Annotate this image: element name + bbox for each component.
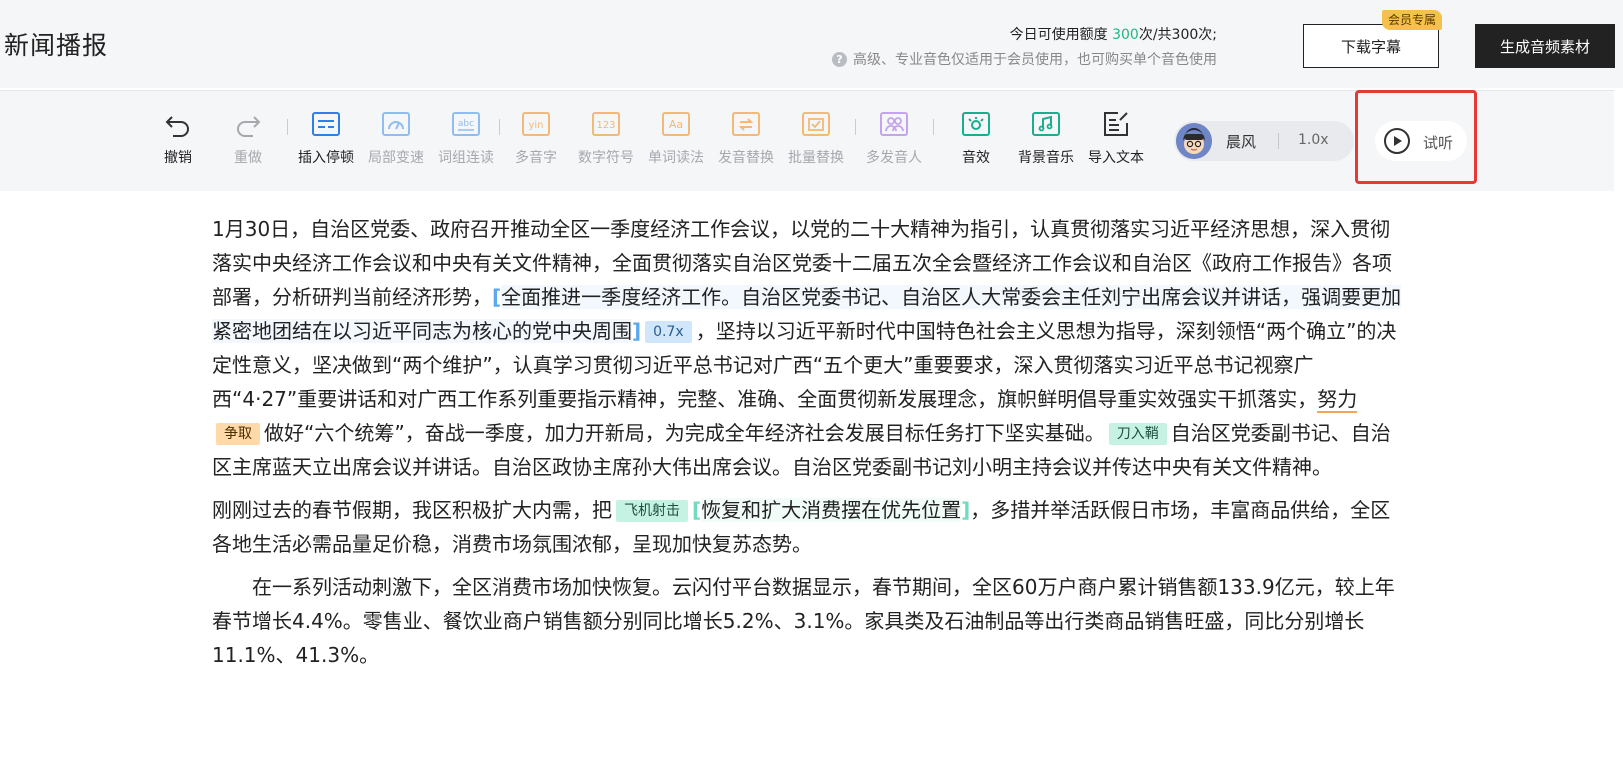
pronunciation-replace-label: 发音替换 bbox=[718, 150, 774, 166]
bgm-button[interactable]: 背景音乐 bbox=[1011, 109, 1081, 167]
undo-label: 撤销 bbox=[164, 150, 192, 166]
music-icon bbox=[1032, 112, 1060, 136]
group-bracket-open: [ bbox=[692, 498, 702, 522]
paragraph-3[interactable]: 在一系列活动刺激下，全区消费市场加快恢复。云闪付平台数据显示，春节期间，全区60… bbox=[212, 570, 1402, 672]
insert-pause-label: 插入停顿 bbox=[298, 150, 354, 166]
voice-avatar bbox=[1176, 123, 1212, 159]
sound-effect-icon bbox=[962, 112, 990, 136]
generate-audio-button[interactable]: 生成音频素材 bbox=[1475, 24, 1615, 68]
toolbar-divider bbox=[287, 119, 288, 135]
pause-insert-icon bbox=[312, 112, 340, 136]
toolbar-divider bbox=[499, 119, 500, 135]
question-icon[interactable]: ? bbox=[832, 51, 847, 67]
word-group-button[interactable]: abc 词组连读 bbox=[431, 109, 501, 167]
paragraph-text: 做好“六个统筹”，奋战一季度，加力开新局，为完成全年经济社会发展目标任务打下坚实… bbox=[264, 421, 1105, 445]
toolbar-divider bbox=[855, 119, 856, 135]
sound-effect-button[interactable]: 音效 bbox=[941, 109, 1011, 167]
batch-replace-button[interactable]: 批量替换 bbox=[781, 109, 851, 167]
polyphone-icon: yin bbox=[522, 112, 550, 136]
abc-icon: abc bbox=[452, 112, 480, 136]
editor-toolbar: 撤销 重做 插入停顿 局部变速 abc 词组连读 yin 多音字 123 数字符… bbox=[0, 90, 1614, 191]
group-range-text: 恢复和扩大消费摆在优先位置 bbox=[701, 498, 962, 522]
local-speed-label: 局部变速 bbox=[368, 150, 424, 166]
digit-symbol-button[interactable]: 123 数字符号 bbox=[571, 109, 641, 167]
sound-effect-label: 音效 bbox=[962, 150, 990, 166]
polyphone-button[interactable]: yin 多音字 bbox=[501, 109, 571, 167]
voice-speed: 1.0x bbox=[1298, 132, 1329, 148]
svg-text:Aa: Aa bbox=[669, 118, 683, 131]
avatar-face-icon bbox=[1176, 123, 1212, 159]
sound-effect-tag[interactable]: 飞机射击 bbox=[616, 500, 688, 522]
word-reading-label: 单词读法 bbox=[648, 150, 704, 166]
quota-text: 今日可使用额度 300次/共300次; bbox=[1010, 24, 1217, 44]
people-icon bbox=[880, 112, 908, 136]
group-bracket-close: ] bbox=[961, 498, 971, 522]
polyphone-label: 多音字 bbox=[515, 150, 557, 166]
bgm-label: 背景音乐 bbox=[1018, 150, 1074, 166]
replaced-word[interactable]: 努力 bbox=[1317, 387, 1358, 413]
local-speed-button[interactable]: 局部变速 bbox=[361, 109, 431, 167]
multi-speaker-button[interactable]: 多发音人 bbox=[859, 109, 929, 167]
svg-text:yin: yin bbox=[528, 120, 543, 131]
preview-label: 试听 bbox=[1423, 134, 1454, 152]
speed-bracket-close: ] bbox=[632, 319, 642, 343]
svg-text:abc: abc bbox=[458, 119, 474, 129]
page-title: 新闻播报 bbox=[4, 31, 109, 60]
preview-button[interactable]: 试听 bbox=[1375, 121, 1467, 161]
digit-symbol-label: 数字符号 bbox=[578, 150, 634, 166]
vip-badge: 会员专属 bbox=[1382, 10, 1443, 30]
undo-button[interactable]: 撤销 bbox=[143, 109, 213, 167]
voice-divider bbox=[1278, 133, 1279, 149]
import-text-button[interactable]: 导入文本 bbox=[1081, 109, 1151, 167]
insert-pause-button[interactable]: 插入停顿 bbox=[291, 109, 361, 167]
batch-replace-label: 批量替换 bbox=[788, 150, 844, 166]
quota-used: 300 bbox=[1112, 27, 1139, 43]
vip-note: ? 高级、专业音色仅适用于会员使用，也可购买单个音色使用 bbox=[832, 49, 1217, 69]
svg-text:123: 123 bbox=[596, 120, 615, 131]
word-group-label: 词组连读 bbox=[438, 150, 494, 166]
undo-icon bbox=[165, 116, 189, 137]
download-subtitle-button[interactable]: 下载字幕 bbox=[1303, 24, 1439, 68]
batch-icon bbox=[802, 112, 830, 136]
import-text-icon bbox=[1104, 112, 1128, 136]
voice-selector[interactable]: 晨风 1.0x bbox=[1174, 121, 1354, 161]
paragraph-1[interactable]: 1月30日，自治区党委、政府召开推动全区一季度经济工作会议，以党的二十大精神为指… bbox=[212, 212, 1402, 484]
vip-note-text: 高级、专业音色仅适用于会员使用，也可购买单个音色使用 bbox=[853, 52, 1217, 68]
word-reading-button[interactable]: Aa 单词读法 bbox=[641, 109, 711, 167]
speedometer-icon bbox=[382, 112, 410, 136]
paragraph-text: 刚刚过去的春节假期，我区积极扩大内需，把 bbox=[212, 498, 612, 522]
play-icon bbox=[1384, 128, 1410, 154]
pronunciation-replace-button[interactable]: 发音替换 bbox=[711, 109, 781, 167]
paragraph-text: 在一系列活动刺激下，全区消费市场加快恢复。云闪付平台数据显示，春节期间，全区60… bbox=[212, 575, 1395, 667]
redo-icon bbox=[237, 116, 261, 137]
quota-suffix: 次/共300次; bbox=[1138, 27, 1217, 43]
multi-speaker-label: 多发音人 bbox=[866, 150, 922, 166]
letter-case-icon: Aa bbox=[662, 112, 690, 136]
redo-button[interactable]: 重做 bbox=[213, 109, 283, 167]
header-bar: 新闻播报 今日可使用额度 300次/共300次; ? 高级、专业音色仅适用于会员… bbox=[0, 0, 1623, 88]
swap-icon bbox=[732, 112, 760, 136]
replace-tag[interactable]: 争取 bbox=[216, 423, 260, 445]
speed-bracket-open: [ bbox=[492, 285, 502, 309]
paragraph-2[interactable]: 刚刚过去的春节假期，我区积极扩大内需，把 飞机射击 [恢复和扩大消费摆在优先位置]，… bbox=[212, 493, 1402, 561]
article-editor[interactable]: 1月30日，自治区党委、政府召开推动全区一季度经济工作会议，以党的二十大精神为指… bbox=[212, 212, 1402, 681]
sound-effect-tag[interactable]: 刀入鞘 bbox=[1108, 423, 1167, 445]
speed-tag[interactable]: 0.7x bbox=[645, 321, 692, 343]
toolbar-divider bbox=[933, 119, 934, 135]
quota-prefix: 今日可使用额度 bbox=[1009, 27, 1113, 43]
import-text-label: 导入文本 bbox=[1088, 150, 1144, 166]
voice-name: 晨风 bbox=[1226, 133, 1257, 151]
number-icon: 123 bbox=[592, 112, 620, 136]
redo-label: 重做 bbox=[234, 150, 262, 166]
